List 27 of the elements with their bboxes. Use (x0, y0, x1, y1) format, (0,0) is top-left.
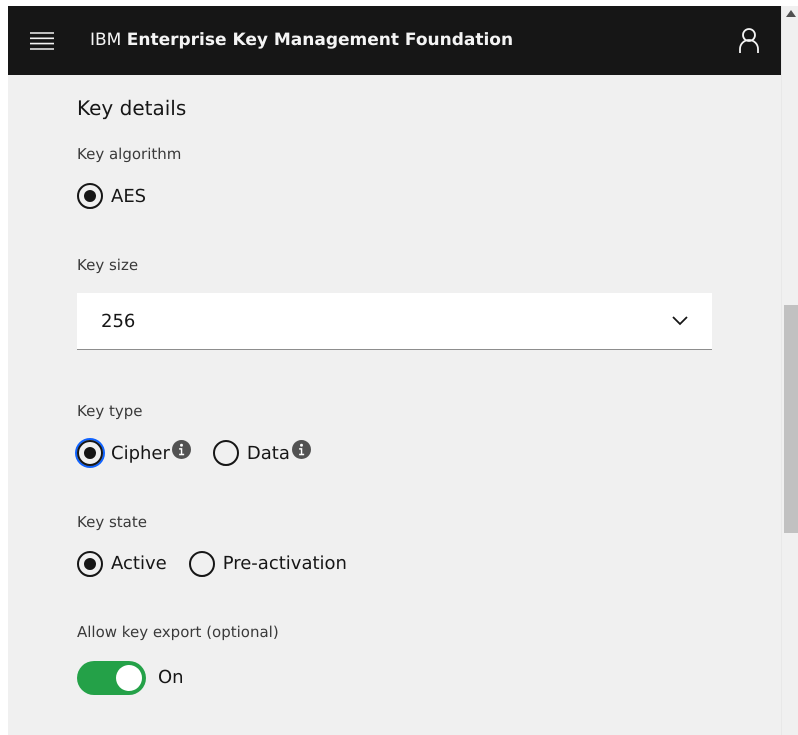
menu-icon[interactable] (30, 32, 54, 50)
field-label: Allow key export (optional) (77, 622, 280, 643)
dropdown-field[interactable]: 256 (77, 293, 712, 350)
radio-label[interactable]: AES (111, 182, 146, 210)
toggle-label: On (158, 666, 184, 690)
chevron-down-icon (672, 316, 688, 326)
radio-button[interactable] (188, 550, 215, 576)
info-icon[interactable] (292, 440, 311, 458)
radio-button[interactable] (77, 183, 103, 209)
field-label: Key type (77, 401, 144, 422)
radio-label[interactable]: Data (246, 440, 290, 466)
user-icon[interactable] (739, 28, 759, 54)
field-label: Key state (77, 512, 148, 532)
section-title: Key details (77, 95, 188, 122)
field-label: Key algorithm (77, 144, 182, 165)
toggle-switch[interactable] (77, 660, 146, 694)
radio-button[interactable] (212, 440, 239, 466)
radio-label[interactable]: Cipher (111, 440, 170, 466)
scroll-up-icon[interactable] (786, 10, 796, 17)
radio-button[interactable] (77, 550, 103, 576)
app-title: IBM Enterprise Key Management Foundation (90, 28, 514, 52)
radio-label[interactable]: Active (111, 550, 167, 577)
radio-label[interactable]: Pre-activation (222, 550, 347, 577)
radio-button[interactable] (77, 440, 103, 466)
info-icon[interactable] (172, 440, 191, 458)
scrollbar-thumb[interactable] (784, 305, 798, 533)
field-label: Key size (77, 254, 140, 276)
